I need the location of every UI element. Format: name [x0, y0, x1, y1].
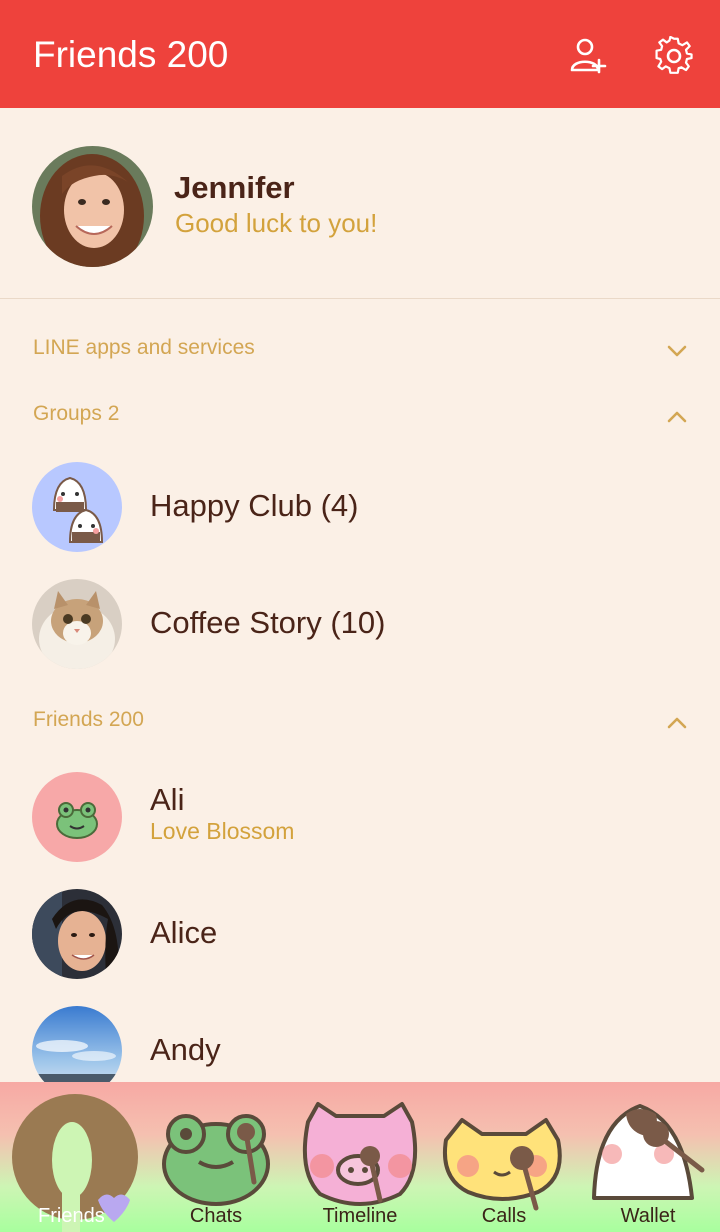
avatar[interactable]	[32, 146, 153, 267]
group-avatar	[32, 462, 122, 552]
section-label: Groups 2	[33, 402, 120, 425]
tab-label: Wallet	[620, 1205, 676, 1227]
profile-status-message: Good luck to you!	[175, 208, 378, 238]
tab-label: Chats	[189, 1205, 243, 1227]
bottom-tab-bar: Friends Chats Timeline Calls Wallet	[0, 1082, 720, 1232]
tab-calls[interactable]: Calls	[432, 1082, 576, 1232]
list-item[interactable]: Ali Love Blossom	[0, 766, 720, 866]
chevron-up-icon	[667, 411, 687, 423]
tab-timeline[interactable]: Timeline	[288, 1082, 432, 1232]
list-item[interactable]: Coffee Story (10)	[0, 573, 720, 673]
friend-name: Ali	[150, 782, 185, 817]
tab-label: Timeline	[322, 1205, 398, 1227]
group-avatar	[32, 579, 122, 669]
list-item[interactable]: Happy Club (4)	[0, 456, 720, 556]
profile-name: Jennifer	[174, 170, 295, 205]
tab-label: Calls	[481, 1205, 527, 1227]
friend-name: Alice	[150, 915, 218, 950]
list-item[interactable]: Alice	[0, 883, 720, 983]
tab-friends[interactable]: Friends	[0, 1082, 144, 1232]
friend-status-message: Love Blossom	[150, 818, 295, 844]
friend-avatar	[32, 889, 122, 979]
section-groups[interactable]: Groups 2	[0, 394, 720, 438]
tab-wallet[interactable]: Wallet	[576, 1082, 720, 1232]
chevron-down-icon	[667, 345, 687, 357]
section-label: Friends 200	[33, 708, 144, 731]
page-title: Friends 200	[33, 34, 229, 75]
my-profile[interactable]: Jennifer Good luck to you!	[0, 108, 720, 299]
group-name: Happy Club (4)	[150, 488, 359, 523]
chevron-up-icon	[667, 717, 687, 729]
section-friends[interactable]: Friends 200	[0, 700, 720, 744]
top-bar: Friends 200	[0, 0, 720, 108]
gear-icon[interactable]	[654, 36, 694, 76]
friend-name: Andy	[150, 1032, 221, 1067]
section-line-apps[interactable]: LINE apps and services	[0, 328, 720, 372]
tab-label: Friends	[38, 1205, 105, 1227]
friend-avatar	[32, 772, 122, 862]
tab-chats[interactable]: Chats	[144, 1082, 288, 1232]
section-label: LINE apps and services	[33, 336, 255, 359]
add-friend-icon[interactable]	[568, 36, 608, 76]
group-name: Coffee Story (10)	[150, 605, 386, 640]
